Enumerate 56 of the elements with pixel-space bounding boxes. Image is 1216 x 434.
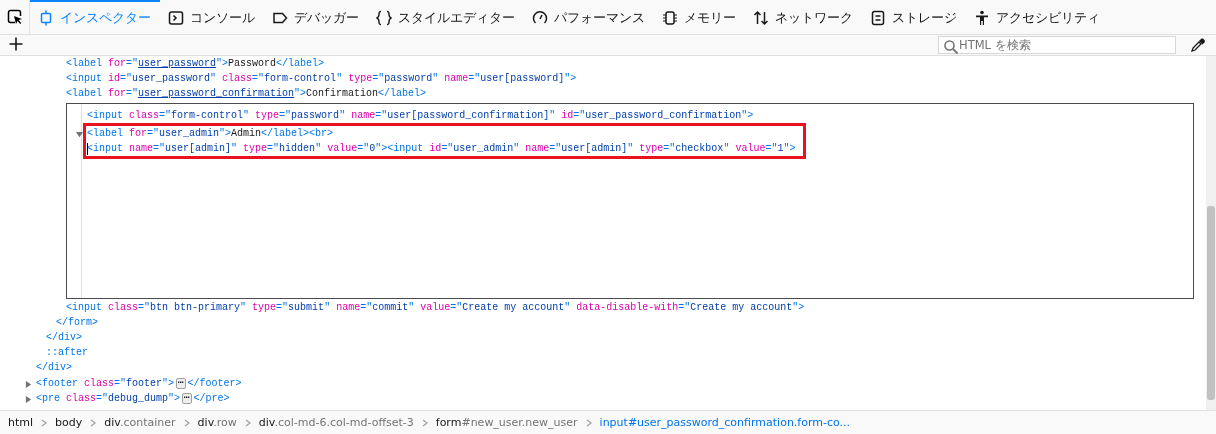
code-text: <pre class="debug_dump"> (36, 391, 181, 406)
tag-shape-icon (272, 10, 288, 26)
code-text: ::after (46, 346, 88, 361)
breadcrumb[interactable]: div.row (197, 416, 237, 429)
braces-icon (376, 10, 392, 26)
code-text: </form> (56, 315, 98, 330)
chip-icon (662, 10, 678, 26)
document-icon (870, 10, 886, 26)
code-text: </pre> (193, 391, 230, 406)
devtools-tab[interactable]: スタイルエディター (368, 0, 524, 35)
code-text: </div> (36, 361, 72, 376)
expanded-twisty-icon[interactable] (76, 130, 83, 138)
devtools-tab[interactable]: パフォーマンス (524, 0, 654, 35)
chevron-icon (183, 418, 190, 427)
code-text: <input name="user[admin]" type="hidden" value="0"><input id="user_admin" name="user[admin]" type="checkbox" value="1"> (87, 141, 796, 156)
code-text: <label for="user_password_confirmation">Confirmation</label> (66, 87, 427, 102)
code-text: <label for="user_password">Password</label> (66, 57, 325, 71)
html-editor[interactable] (66, 102, 1194, 299)
code-text: <input class="btn btn-primary" type="submit" name="commit" value="Create my account" data-disable-with="Create my account"> (66, 300, 805, 315)
devtools-tab[interactable]: アクセシビリティ (966, 0, 1109, 35)
console-icon (168, 10, 184, 26)
chevron-icon (41, 418, 48, 427)
devtools-tab[interactable]: デバッガー (264, 0, 368, 35)
code-text: </div> (46, 330, 82, 345)
breadcrumb[interactable]: body (55, 416, 83, 429)
scrollbar-thumb[interactable] (1207, 206, 1215, 400)
collapsed-twisty-icon[interactable] (25, 380, 32, 388)
code-text: <input id="user_password" class="form-control" type="password" name="user[password]"> (66, 72, 577, 87)
person-icon (974, 10, 990, 26)
devtools-tab[interactable]: コンソール (160, 0, 264, 35)
breadcrumb[interactable]: input#user_password_confirmation.form-co... (599, 416, 851, 429)
eyedropper-icon[interactable] (1190, 37, 1206, 53)
devtools-tab[interactable]: ストレージ (862, 0, 966, 35)
devtools-tab[interactable]: ネットワーク (745, 0, 862, 35)
collapsed-twisty-icon[interactable] (25, 395, 32, 403)
chevron-icon (585, 418, 592, 427)
breadcrumb[interactable]: div.container (104, 416, 176, 429)
search-field[interactable]: HTML を検索 (938, 36, 1176, 54)
ellipsis-badge[interactable]: ⋯ (176, 377, 186, 389)
code-text: <label for="user_admin">Admin</label><br> (87, 126, 334, 141)
code-text: <input class="form-control" type="password" name="user[password_confirmation]" id="user_password_confirmation"> (87, 108, 754, 123)
inspector-icon (38, 10, 54, 26)
cursor-in-box-icon (6, 9, 23, 25)
breadcrumb[interactable]: html (8, 416, 34, 429)
ellipsis-badge[interactable]: ⋯ (182, 392, 192, 404)
gauge-icon (532, 10, 548, 26)
code-text: </footer> (187, 376, 242, 391)
breadcrumb[interactable]: div.col-md-6.col-md-offset-3 (258, 416, 414, 429)
devtools-tab[interactable]: メモリー (654, 0, 745, 35)
chevron-icon (90, 418, 97, 427)
plus-icon (8, 36, 24, 52)
chevron-icon (244, 418, 251, 427)
chevron-icon (421, 418, 428, 427)
breadcrumb[interactable]: form#new_user.new_user (435, 416, 578, 429)
code-text: <footer class="footer"> (36, 376, 175, 391)
up-down-arrows-icon (753, 10, 769, 26)
